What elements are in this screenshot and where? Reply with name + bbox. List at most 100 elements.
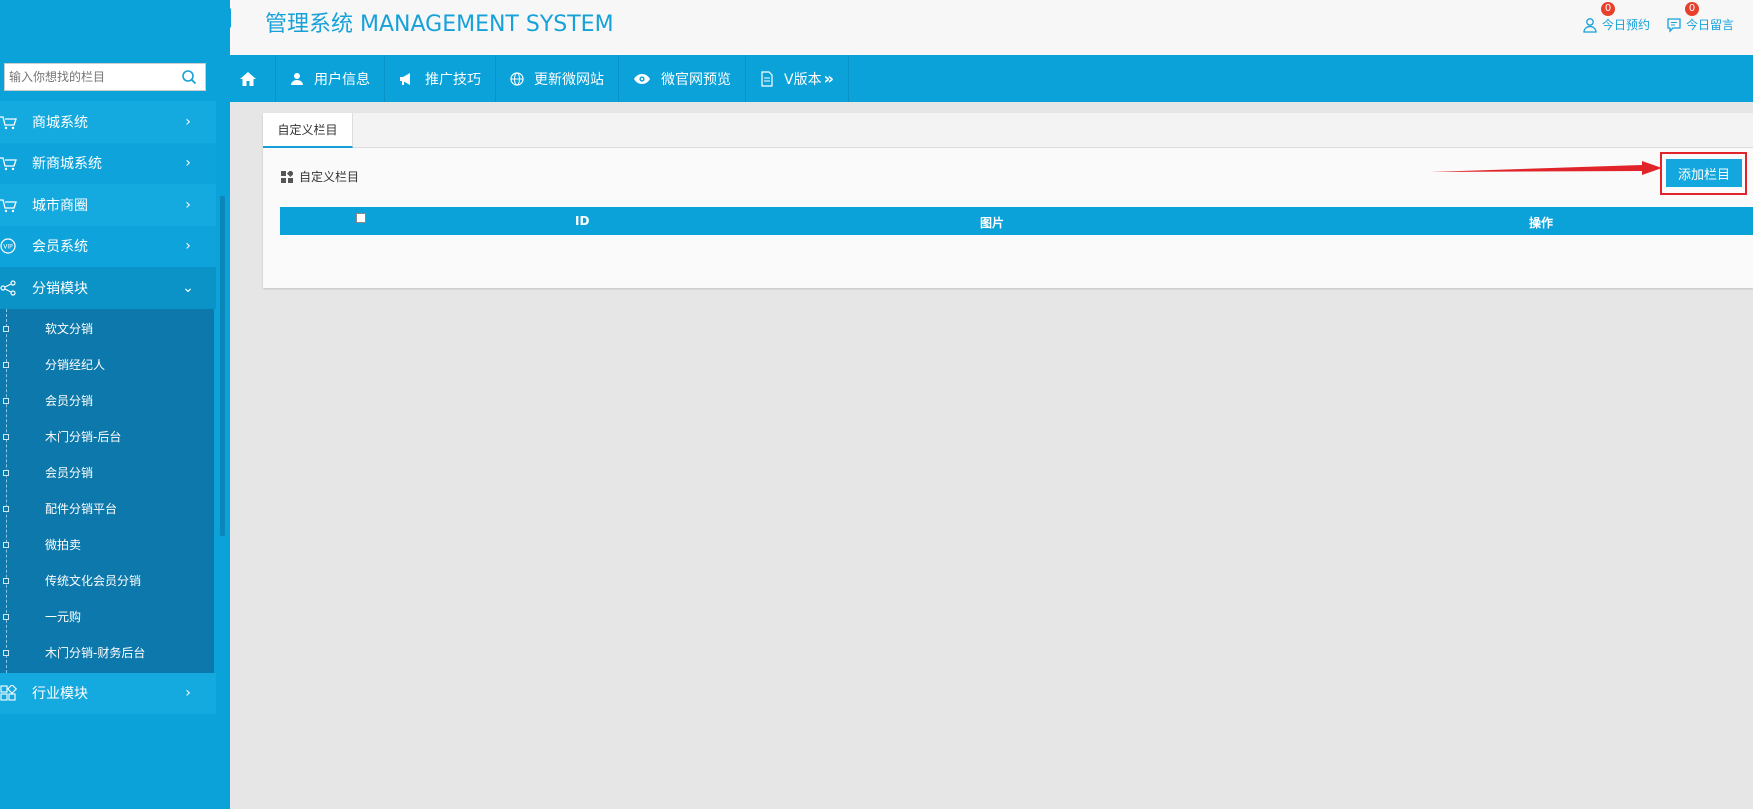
cart-icon [0,195,28,215]
home-icon [239,71,256,86]
document-icon [761,70,773,87]
submenu-item-label: 木门分销-后台 [45,430,122,444]
nav-promotion-tips[interactable]: 推广技巧 [385,55,496,102]
appointments-badge: 0 [1601,2,1615,16]
eye-icon [634,73,650,84]
sidebar-item-member[interactable]: VIP 会员系统 › [0,225,216,267]
panel-tabs: 自定义栏目 [263,113,1753,148]
sidebar-item-label: 分销模块 [32,280,88,297]
sidebar-item-city-district[interactable]: 城市商圈 › [0,184,216,226]
tree-node-icon [3,505,9,512]
search-input[interactable] [5,64,175,90]
tree-node-icon [3,541,9,548]
nav-user-info[interactable]: 用户信息 [276,55,385,102]
sidebar-item-label: 会员系统 [32,239,88,256]
chevron-right-icon: › [185,238,191,255]
tree-node-icon [3,361,9,368]
sidebar-item-mall[interactable]: 商城系统 › [0,101,216,143]
chevron-right-icon: › [185,196,191,213]
nav-label: V版本 [784,71,822,88]
submenu-item[interactable]: 会员分销 [0,383,214,419]
red-arrow-annotation [1430,161,1662,175]
submenu-item-label: 配件分销平台 [45,502,118,516]
column-header-actions: 操作 [1529,216,1554,230]
nav-label: 微官网预览 [661,71,731,88]
sidebar-item-label: 行业模块 [32,686,88,703]
submenu-item[interactable]: 木门分销-后台 [0,419,214,455]
chevron-right-icon: › [185,155,191,172]
add-column-button[interactable]: 添加栏目 [1666,159,1742,187]
tree-node-icon [3,325,9,332]
grid-icon [0,683,28,703]
collapse-arrow-icon[interactable] [222,8,231,28]
content-panel: 自定义栏目 自定义栏目 添加栏目 ID 图片 操作 [263,113,1753,288]
chevron-right-icon: › [185,685,191,702]
distribution-submenu: 软文分销 分销经纪人 会员分销 木门分销-后台 会员分销 配件分销平台 微拍卖 … [0,308,214,673]
select-all-checkbox[interactable] [356,213,366,223]
submenu-item-label: 分销经纪人 [45,358,106,372]
panel-subtitle-text: 自定义栏目 [299,170,360,184]
vip-icon: VIP [0,236,28,256]
nav-label: 用户信息 [314,71,370,88]
chevron-right-icon: › [185,113,191,130]
tree-node-icon [3,397,9,404]
nav-home[interactable] [230,55,276,102]
column-header-id: ID [575,214,590,228]
sidebar-item-new-mall[interactable]: 新商城系统 › [0,142,216,184]
globe-icon [510,71,524,86]
tree-node-icon [3,433,9,440]
app-title: 管理系统 MANAGEMENT SYSTEM [265,12,614,37]
double-chevron-right-icon: » [823,69,834,88]
submenu-item[interactable]: 一元购 [0,599,214,635]
sidebar-item-label: 商城系统 [32,114,88,131]
submenu-item-label: 会员分销 [45,394,94,408]
top-header: 管理系统 MANAGEMENT SYSTEM 0 今日预约 0 今日留言 [222,0,1753,55]
chevron-down-icon: ⌄ [182,279,194,296]
submenu-item[interactable]: 微拍卖 [0,527,214,563]
tree-node-icon [3,613,9,620]
sidebar-item-distribution[interactable]: 分销模块 ⌄ [0,267,216,309]
tab-custom-columns[interactable]: 自定义栏目 [263,113,353,148]
share-icon [0,278,28,298]
megaphone-icon [400,72,410,85]
submenu-item[interactable]: 木门分销-财务后台 [0,635,214,671]
widgets-icon [281,170,293,183]
submenu-item-label: 一元购 [45,610,82,624]
tree-node-icon [3,577,9,584]
panel-subtitle: 自定义栏目 [281,168,359,185]
submenu-item-label: 微拍卖 [45,538,82,552]
submenu-item[interactable]: 传统文化会员分销 [0,563,214,599]
table-header: ID 图片 操作 [280,207,1753,235]
tree-node-icon [3,649,9,656]
sidebar-item-label: 新商城系统 [32,156,102,173]
appointments-label: 今日预约 [1602,18,1651,32]
nav-site-preview[interactable]: 微官网预览 [619,55,746,102]
submenu-item[interactable]: 配件分销平台 [0,491,214,527]
column-header-image: 图片 [980,216,1005,230]
today-appointments-link[interactable]: 0 今日预约 [1582,2,1651,33]
message-icon [1667,17,1681,33]
messages-badge: 0 [1685,2,1699,16]
submenu-item[interactable]: 软文分销 [0,311,214,347]
nav-label: 推广技巧 [425,71,481,88]
search-icon[interactable] [181,69,197,85]
messages-label: 今日留言 [1686,18,1735,32]
sidebar-search [4,63,206,91]
cart-icon [0,153,28,173]
sidebar-item-industry[interactable]: 行业模块 › [0,672,216,714]
submenu-item-label: 会员分销 [45,466,94,480]
nav-update-microsite[interactable]: 更新微网站 [496,55,619,102]
sidebar-menu: 商城系统 › 新商城系统 › 城市商圈 › VIP 会员系统 › 分销模块 ⌄ … [0,101,216,714]
submenu-item[interactable]: 会员分销 [0,455,214,491]
submenu-item-label: 木门分销-财务后台 [45,646,146,660]
sidebar-scrollbar[interactable] [220,196,225,536]
nav-version[interactable]: V版本 » [746,55,849,102]
today-messages-link[interactable]: 0 今日留言 [1666,2,1735,33]
tree-node-icon [3,469,9,476]
submenu-item-label: 软文分销 [45,322,94,336]
top-navbar: 用户信息 推广技巧 更新微网站 微官网预览 V版本 » [230,55,1753,102]
svg-text:VIP: VIP [3,244,13,251]
user-icon [291,72,303,85]
submenu-item[interactable]: 分销经纪人 [0,347,214,383]
user-icon [1583,17,1597,33]
